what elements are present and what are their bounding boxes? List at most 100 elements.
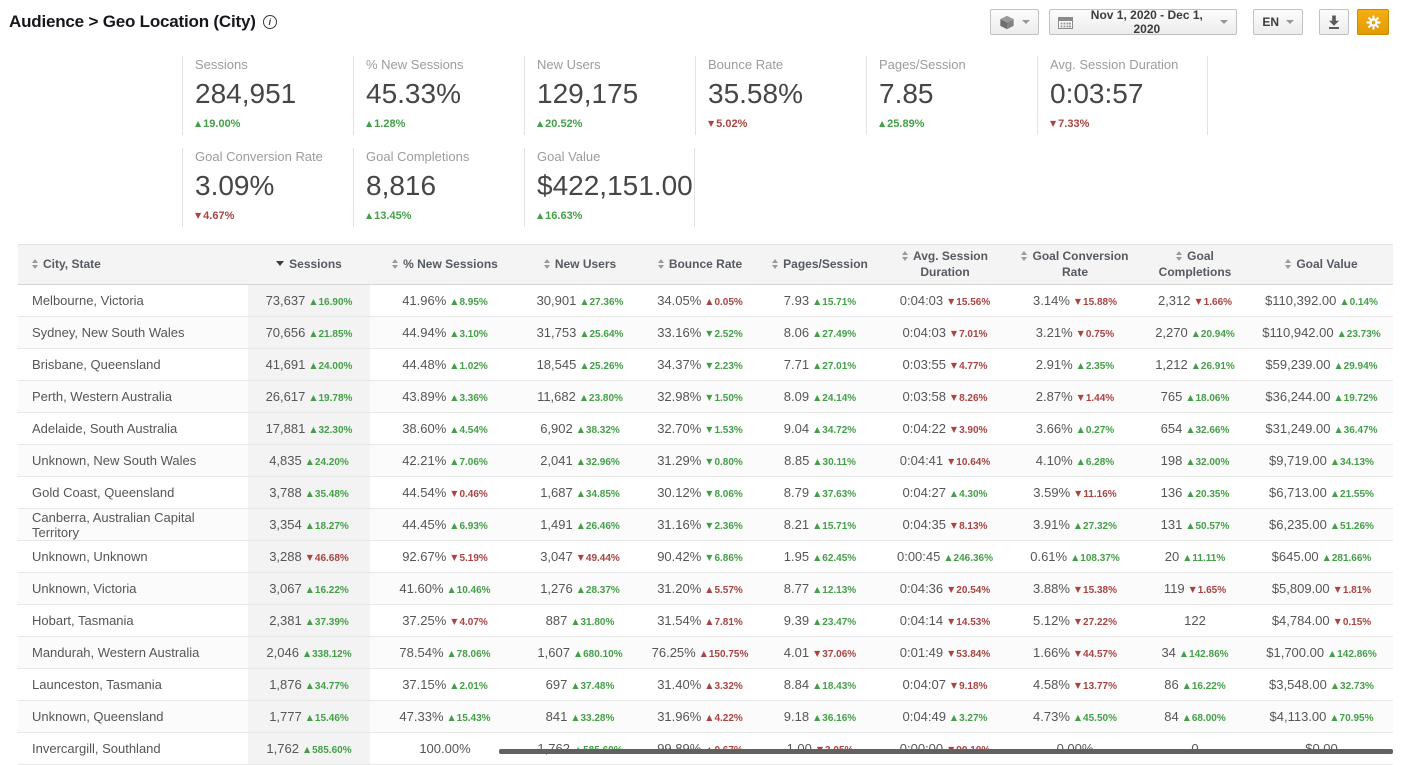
delta-up: ▲23.80% (581, 393, 623, 404)
metric-cell: $5,809.00▼1.81% (1250, 573, 1393, 605)
metric-value-group: 0:04:49▲3.27% (903, 709, 988, 724)
city-cell[interactable]: Brisbane, Queensland (18, 349, 248, 381)
column-header-goal-completions[interactable]: Goal Completions (1140, 245, 1250, 285)
metric-value: 1,876 (269, 677, 302, 692)
column-label: New Users (555, 257, 616, 271)
metric-cell: $59,239.00▲29.94% (1250, 349, 1393, 381)
metric-value-group: 3.59%▼11.16% (1033, 485, 1116, 500)
date-range-picker[interactable]: Nov 1, 2020 - Dec 1, 2020 (1049, 9, 1237, 35)
delta-up: ▲62.45% (814, 553, 856, 564)
metric-cell: $6,713.00▲21.55% (1250, 477, 1393, 509)
metric-value-group: 31.96%▲4.22% (657, 709, 743, 724)
metric-value-group: 2.91%▲2.35% (1036, 357, 1114, 372)
metric-value: 0:01:49 (900, 645, 943, 660)
arrow-down-icon: ▼ (951, 361, 957, 370)
metric-value-group: 1,876▲34.77% (269, 677, 349, 692)
delta-up: ▲32.96% (578, 457, 620, 468)
arrow-down-icon: ▼ (451, 617, 457, 626)
city-cell[interactable]: Unknown, New South Wales (18, 445, 248, 477)
metric-value: 3.66% (1036, 421, 1073, 436)
info-icon[interactable]: i (263, 15, 277, 29)
table-row: Canberra, Australian Capital Territory3,… (18, 509, 1393, 541)
column-header-goal-conversion-rate[interactable]: Goal Conversion Rate (1010, 245, 1140, 285)
metric-value-group: 41.60%▲10.46% (399, 581, 490, 596)
metric-cell: 1.95▲62.45% (760, 541, 880, 573)
column-header-bounce-rate[interactable]: Bounce Rate (640, 245, 760, 285)
city-cell[interactable]: Adelaide, South Australia (18, 413, 248, 445)
metric-value: 31.16% (657, 517, 701, 532)
city-cell[interactable]: Perth, Western Australia (18, 381, 248, 413)
city-cell[interactable]: Unknown, Victoria (18, 573, 248, 605)
metric-cell: 136▲20.35% (1140, 477, 1250, 509)
metric-value: 17,881 (266, 421, 306, 436)
delta-up: ▲281.66% (1324, 553, 1372, 564)
city-cell[interactable]: Canberra, Australian Capital Territory (18, 509, 248, 541)
metric-value: 3,288 (269, 549, 302, 564)
download-button[interactable] (1319, 9, 1349, 35)
arrow-down-icon: ▼ (1075, 297, 1081, 306)
arrow-up-icon: ▲ (814, 457, 820, 466)
city-cell[interactable]: Unknown, Unknown (18, 541, 248, 573)
metric-value: 654 (1161, 421, 1183, 436)
delta-up: ▲13.45% (366, 210, 411, 222)
delta-up: ▲108.37% (1072, 553, 1120, 564)
sort-up-triangle (32, 259, 38, 263)
metric-cell: 32.98%▼1.50% (640, 381, 760, 413)
city-cell[interactable]: Gold Coast, Queensland (18, 477, 248, 509)
city-cell[interactable]: Melbourne, Victoria (18, 285, 248, 317)
arrow-up-icon: ▲ (814, 393, 820, 402)
arrow-down-icon: ▼ (307, 553, 313, 562)
city-cell[interactable]: Mandurah, Western Australia (18, 637, 248, 669)
settings-button[interactable] (1357, 9, 1389, 35)
column-header-new-users[interactable]: New Users (520, 245, 640, 285)
arrow-up-icon: ▲ (1339, 329, 1345, 338)
language-dropdown[interactable]: EN (1253, 9, 1303, 35)
sort-down-triangle (32, 265, 38, 269)
metric-cell: 1,777▲15.46% (248, 701, 370, 733)
city-cell[interactable]: Hobart, Tasmania (18, 605, 248, 637)
metric-value-group: 0:00:45▲246.36% (897, 549, 993, 564)
delta-up: ▲32.00% (1187, 457, 1229, 468)
arrow-up-icon: ▲ (451, 521, 457, 530)
metric-cell: 31.29%▼0.80% (640, 445, 760, 477)
metric-value: 8.79 (784, 485, 809, 500)
column-header-sessions[interactable]: Sessions (248, 245, 370, 285)
delta-up: ▲36.16% (814, 713, 856, 724)
arrow-down-icon: ▼ (706, 521, 712, 530)
arrow-up-icon: ▲ (451, 425, 457, 434)
metric-value-group: 3.88%▼15.38% (1033, 581, 1117, 596)
arrow-up-icon: ▲ (1078, 425, 1084, 434)
metric-value-group: 6,902▲38.32% (540, 421, 620, 436)
metric-cell: 0:03:58▼8.26% (880, 381, 1010, 413)
metric-cell: 41.60%▲10.46% (370, 573, 520, 605)
metric-value-group: $4,113.00▲70.95% (1270, 709, 1374, 724)
metric-value: 0:04:41 (900, 453, 943, 468)
column-header-avg-session-duration[interactable]: Avg. Session Duration (880, 245, 1010, 285)
arrow-up-icon: ▲ (572, 713, 578, 722)
metric-cell: 0:04:14▼14.53% (880, 605, 1010, 637)
column-header-city-state[interactable]: City, State (18, 245, 248, 285)
column-header-pages-session[interactable]: Pages/Session (760, 245, 880, 285)
delta-down: ▼2.52% (706, 329, 743, 340)
metric-cell: 0:04:03▼7.01% (880, 317, 1010, 349)
metric-value-group: 0:04:03▼7.01% (903, 325, 988, 340)
city-cell[interactable]: Sydney, New South Wales (18, 317, 248, 349)
metric-cell: 5.12%▼27.22% (1010, 605, 1140, 637)
horizontal-scrollbar-thumb[interactable] (499, 749, 1393, 754)
metric-value-group: 30,901▲27.36% (537, 293, 624, 308)
city-cell[interactable]: Launceston, Tasmania (18, 669, 248, 701)
export-dropdown-button[interactable] (990, 9, 1039, 35)
city-cell[interactable]: Invercargill, Southland (18, 733, 248, 765)
column-header-goal-value[interactable]: Goal Value (1250, 245, 1393, 285)
city-cell[interactable]: Unknown, Queensland (18, 701, 248, 733)
delta-down: ▼8.06% (706, 489, 743, 500)
metric-cell: 7.93▲15.71% (760, 285, 880, 317)
metric-value: 2,041 (540, 453, 573, 468)
delta-up: ▲0.05% (706, 297, 743, 308)
delta-up: ▲34.72% (814, 425, 856, 436)
metric-cell: 31.40%▲3.32% (640, 669, 760, 701)
arrow-up-icon: ▲ (879, 119, 885, 128)
metric-value-group: 44.94%▲3.10% (402, 325, 488, 340)
metric-value-group: 3,288▼46.68% (269, 549, 349, 564)
column-header-new-sessions[interactable]: % New Sessions (370, 245, 520, 285)
